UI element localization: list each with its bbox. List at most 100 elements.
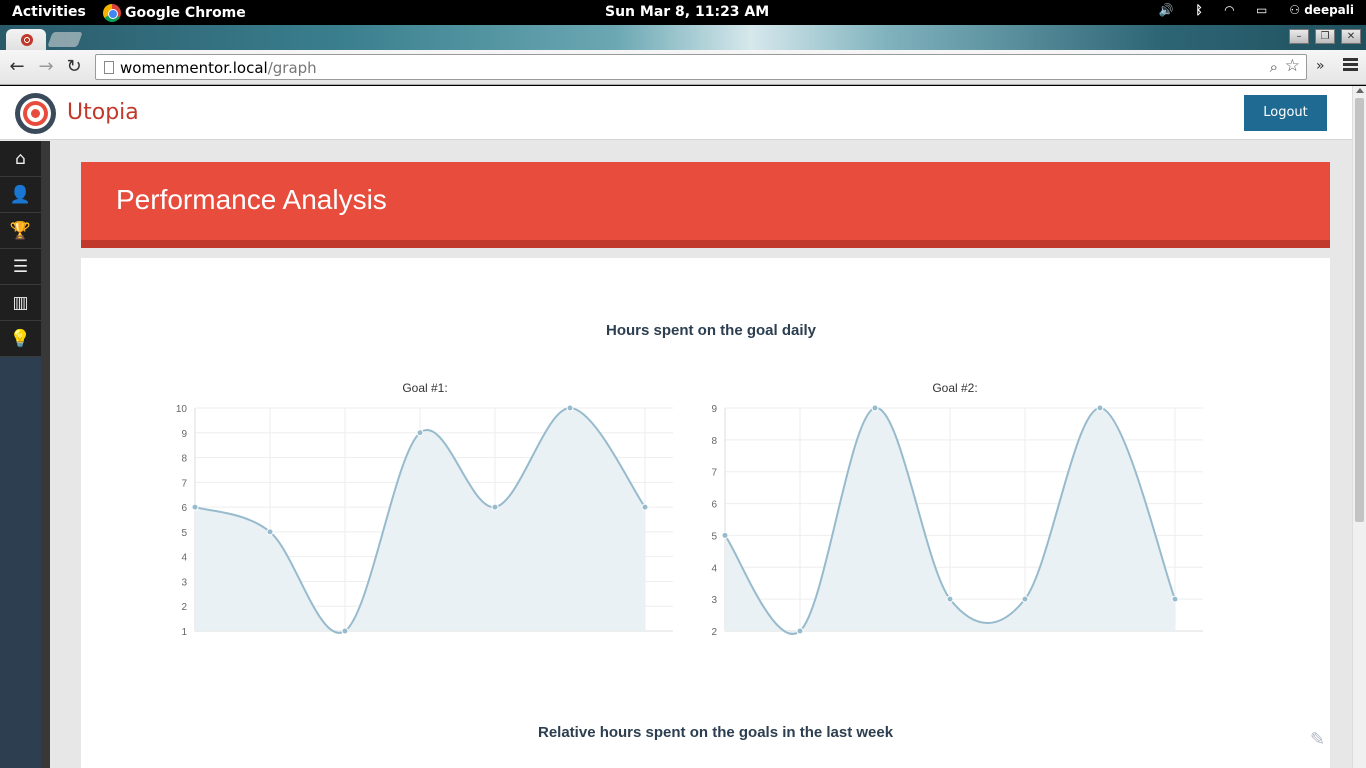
page-viewport: Utopia Logout ⌂ 👤 🏆 ☰ ▥ 💡 Performance Analysi… xyxy=(0,86,1366,768)
chrome-menu-icon[interactable] xyxy=(1343,58,1358,74)
tab-strip xyxy=(0,25,1366,50)
user-menu[interactable]: ⚇ deepali xyxy=(1289,3,1354,17)
system-top-bar: Activities Google Chrome Sun Mar 8, 11:2… xyxy=(0,0,1366,25)
search-icon[interactable]: ⌕ xyxy=(1270,58,1278,76)
back-arrow-icon[interactable]: ← xyxy=(7,57,27,77)
data-point[interactable] xyxy=(641,503,649,511)
volume-icon[interactable]: 🔊 xyxy=(1159,3,1174,17)
extensions-overflow-icon[interactable]: » xyxy=(1316,58,1325,74)
area-fill xyxy=(195,408,645,633)
wifi-icon[interactable]: ◠ xyxy=(1225,3,1234,17)
page-scrollbar[interactable] xyxy=(1352,86,1366,768)
maximize-button[interactable]: ❐ xyxy=(1315,29,1335,44)
trophy-icon: 🏆 xyxy=(9,221,32,241)
edit-pencil-icon[interactable]: ✎ xyxy=(1310,729,1332,751)
site-header: Utopia Logout xyxy=(0,86,1352,140)
goal-1-chart: Goal #1:1234567891003/03/201504/03/20150… xyxy=(159,368,679,638)
y-tick-label: 3 xyxy=(181,577,187,588)
data-point[interactable] xyxy=(871,404,879,412)
graphs-panel: Hours spent on the goal daily Goal #1: 1 2… xyxy=(81,258,1330,768)
weekly-hours-heading: Relative hours spent on the goals in the… xyxy=(538,724,894,741)
activities-button[interactable]: Activities xyxy=(12,4,86,20)
y-tick-label: 7 xyxy=(711,468,717,479)
home-icon: ⌂ xyxy=(15,149,26,169)
y-tick-label: 6 xyxy=(711,500,717,511)
y-tick-label: 9 xyxy=(711,404,717,415)
line-chart-svg: Goal #1:1234567891003/03/201504/03/20150… xyxy=(176,381,673,638)
chart-title: Goal #2: xyxy=(932,381,977,395)
chart-title: Goal #1: xyxy=(402,381,447,395)
bar-chart-icon: ▥ xyxy=(12,293,29,313)
data-point[interactable] xyxy=(341,627,349,635)
user-icon: 👤 xyxy=(9,185,32,205)
bookmark-star-icon[interactable]: ☆ xyxy=(1285,56,1300,76)
data-point[interactable] xyxy=(266,528,274,536)
data-point[interactable] xyxy=(721,531,729,539)
new-tab-button[interactable] xyxy=(47,32,83,47)
y-tick-label: 7 xyxy=(181,478,187,489)
target-logo-icon[interactable] xyxy=(15,93,56,134)
y-tick-label: 5 xyxy=(711,531,717,542)
app-name: Google Chrome xyxy=(125,5,246,21)
url-text[interactable]: womenmentor.local/graph xyxy=(120,59,317,77)
user-icon: ⚇ xyxy=(1289,3,1305,17)
data-point[interactable] xyxy=(946,595,954,603)
sidebar-item-home[interactable]: ⌂ xyxy=(0,141,41,177)
data-point[interactable] xyxy=(796,627,804,635)
scrollbar-thumb[interactable] xyxy=(1355,98,1364,522)
sidebar-item-achievements[interactable]: 🏆 xyxy=(0,213,41,249)
page-banner: Performance Analysis xyxy=(81,162,1330,248)
target-favicon-icon xyxy=(21,34,33,46)
y-tick-label: 9 xyxy=(181,429,187,440)
forward-arrow-icon[interactable]: → xyxy=(36,57,56,77)
close-window-button[interactable]: ✕ xyxy=(1341,29,1361,44)
line-chart-svg: Goal #2:2345678903/03/201504/03/201505/0… xyxy=(711,381,1203,638)
url-path: /graph xyxy=(267,59,317,77)
app-menu[interactable]: Google Chrome xyxy=(103,4,246,22)
y-tick-label: 8 xyxy=(711,436,717,447)
data-point[interactable] xyxy=(1096,404,1104,412)
data-point[interactable] xyxy=(1021,595,1029,603)
chrome-logo-icon xyxy=(103,4,121,22)
system-tray[interactable]: 🔊 ᛒ ◠ ▭ ⚇ deepali xyxy=(1159,3,1354,17)
sidebar-item-ideas[interactable]: 💡 xyxy=(0,321,41,357)
logout-button[interactable]: Logout xyxy=(1244,95,1327,131)
y-tick-label: 3 xyxy=(711,595,717,606)
y-tick-label: 2 xyxy=(181,602,187,613)
page-icon xyxy=(104,61,114,74)
system-clock[interactable]: Sun Mar 8, 11:23 AM xyxy=(605,4,769,20)
y-tick-label: 8 xyxy=(181,454,187,465)
list-icon: ☰ xyxy=(12,257,29,277)
user-name: deepali xyxy=(1304,3,1354,17)
sidebar-nav: ⌂ 👤 🏆 ☰ ▥ 💡 xyxy=(0,141,41,768)
bluetooth-icon[interactable]: ᛒ xyxy=(1196,3,1203,17)
goal-2-chart: Goal #2:2345678903/03/201504/03/201505/0… xyxy=(689,368,1209,638)
data-point[interactable] xyxy=(566,404,574,412)
reload-icon[interactable]: ↻ xyxy=(64,57,84,77)
address-bar[interactable]: womenmentor.local/graph ⌕ ☆ xyxy=(95,54,1307,80)
page-title: Performance Analysis xyxy=(116,184,387,215)
data-point[interactable] xyxy=(1171,595,1179,603)
sidebar-item-goals-list[interactable]: ☰ xyxy=(0,249,41,285)
url-host: womenmentor.local xyxy=(120,59,268,77)
minimize-button[interactable]: – xyxy=(1289,29,1309,44)
battery-icon[interactable]: ▭ xyxy=(1256,3,1267,17)
y-tick-label: 6 xyxy=(181,503,187,514)
tab-active[interactable] xyxy=(6,29,46,50)
y-tick-label: 4 xyxy=(181,553,187,564)
y-tick-label: 5 xyxy=(181,528,187,539)
sidebar-item-graph[interactable]: ▥ xyxy=(0,285,41,321)
sidebar-divider xyxy=(41,141,50,768)
scroll-up-arrow-icon[interactable] xyxy=(1356,88,1364,93)
data-point[interactable] xyxy=(416,429,424,437)
daily-hours-heading: Hours spent on the goal daily xyxy=(606,322,817,339)
y-tick-label: 1 xyxy=(181,627,187,638)
browser-toolbar: ← → ↻ womenmentor.local/graph ⌕ ☆ » xyxy=(0,50,1366,85)
data-point[interactable] xyxy=(491,503,499,511)
sidebar-item-profile[interactable]: 👤 xyxy=(0,177,41,213)
y-tick-label: 4 xyxy=(711,563,717,574)
y-tick-label: 2 xyxy=(711,627,717,638)
y-tick-label: 10 xyxy=(176,404,188,415)
site-title[interactable]: Utopia xyxy=(67,100,139,125)
data-point[interactable] xyxy=(191,503,199,511)
